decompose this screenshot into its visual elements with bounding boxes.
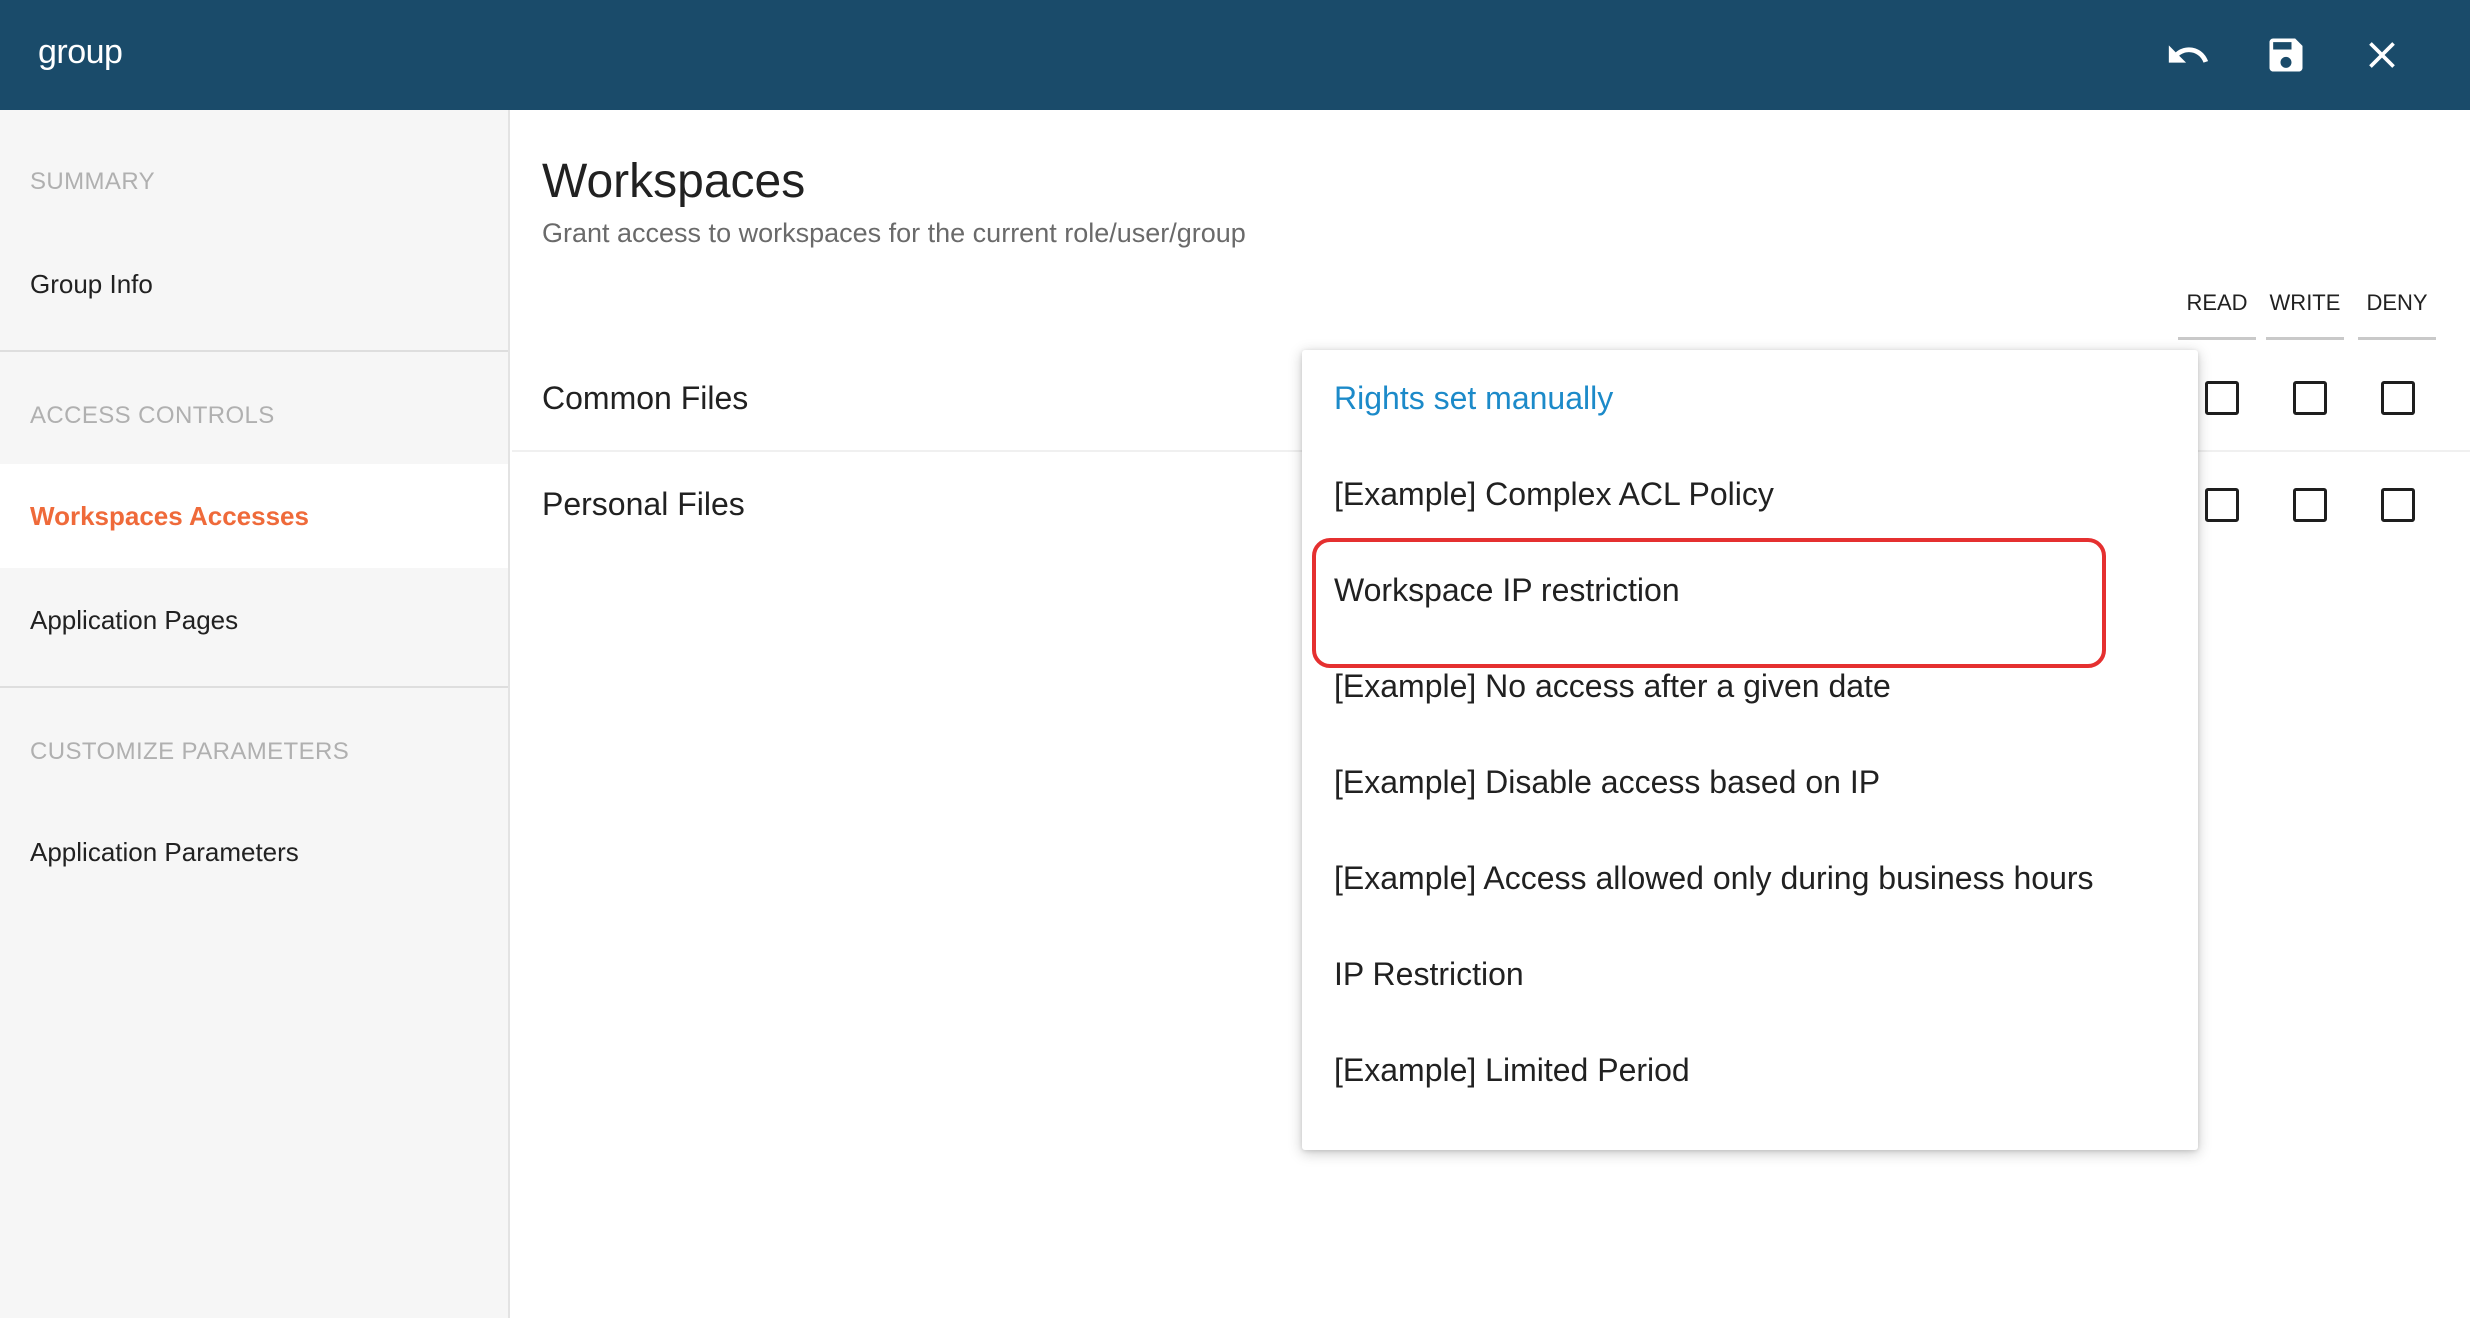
deny-checkbox[interactable]	[2381, 488, 2415, 522]
sidebar-divider	[0, 686, 508, 688]
write-checkbox[interactable]	[2293, 381, 2327, 415]
policy-dropdown-menu: Rights set manually [Example] Complex AC…	[1302, 350, 2198, 1150]
sidebar-section-access-controls: ACCESS CONTROLS	[30, 402, 275, 429]
sidebar-section-summary: SUMMARY	[30, 168, 156, 195]
sidebar: SUMMARY Group Info ACCESS CONTROLS Works…	[0, 110, 510, 1318]
sidebar-section-customize-parameters: CUSTOMIZE PARAMETERS	[30, 738, 350, 765]
save-icon	[2269, 38, 2303, 72]
policy-option[interactable]: [Example] Complex ACL Policy	[1302, 446, 2198, 542]
policy-option-rights-set-manually[interactable]: Rights set manually	[1302, 350, 2198, 446]
app-header: group	[0, 0, 2470, 110]
sidebar-item-workspaces-accesses[interactable]: Workspaces Accesses	[0, 464, 508, 568]
close-icon	[2369, 42, 2395, 68]
workspace-name: Common Files	[542, 380, 749, 416]
policy-option[interactable]: IP Restriction	[1302, 926, 2198, 1022]
sidebar-item-application-pages[interactable]: Application Pages	[0, 568, 508, 672]
write-checkbox[interactable]	[2293, 488, 2327, 522]
read-checkbox[interactable]	[2205, 381, 2239, 415]
page-title: Workspaces	[542, 155, 806, 208]
deny-checkbox[interactable]	[2381, 381, 2415, 415]
sidebar-divider	[0, 350, 508, 352]
read-checkbox[interactable]	[2205, 488, 2239, 522]
policy-option-workspace-ip-restriction[interactable]: Workspace IP restriction	[1302, 542, 2198, 638]
column-header-write: WRITE	[2266, 290, 2344, 340]
sidebar-item-application-parameters[interactable]: Application Parameters	[0, 800, 508, 904]
undo-button[interactable]	[2160, 27, 2216, 83]
window-title: group	[38, 33, 123, 71]
page-subtitle: Grant access to workspaces for the curre…	[542, 218, 1246, 248]
policy-option[interactable]: [Example] Access allowed only during bus…	[1302, 830, 2198, 926]
policy-option[interactable]: [Example] Disable access based on IP	[1302, 734, 2198, 830]
workspace-name: Personal Files	[542, 486, 745, 522]
undo-icon	[2168, 45, 2209, 63]
policy-option[interactable]: [Example] Limited Period	[1302, 1022, 2198, 1118]
policy-option[interactable]: [Example] No access after a given date	[1302, 638, 2198, 734]
sidebar-item-group-info[interactable]: Group Info	[0, 232, 508, 336]
save-button[interactable]	[2258, 27, 2314, 83]
column-header-read: READ	[2178, 290, 2256, 340]
close-button[interactable]	[2354, 27, 2410, 83]
column-header-deny: DENY	[2358, 290, 2436, 340]
